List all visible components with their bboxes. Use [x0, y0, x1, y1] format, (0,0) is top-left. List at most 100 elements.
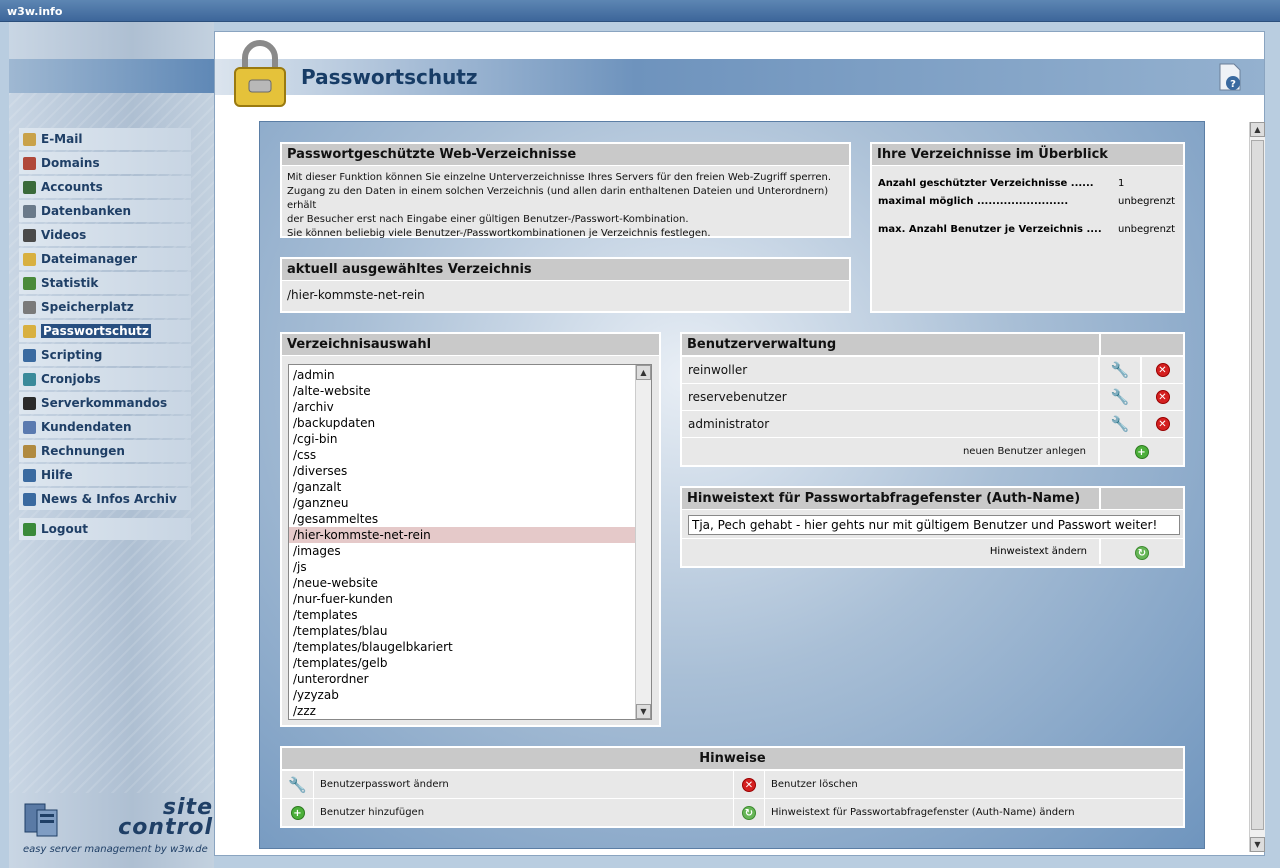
auth-name-input[interactable] — [688, 515, 1180, 535]
sidebar-item-logout[interactable]: Logout — [19, 518, 191, 540]
content-area: Passwortgeschützte Web-Verzeichnisse Mit… — [259, 121, 1205, 849]
delete-user-button[interactable]: ✕ — [1140, 383, 1183, 411]
directory-option[interactable]: /yzyzab — [289, 687, 635, 703]
sidebar-item-dateimanager[interactable]: Dateimanager — [19, 248, 191, 270]
sidebar-item-label: Scripting — [41, 348, 103, 362]
server-logo-icon — [24, 803, 58, 837]
directory-option[interactable]: /templates/blau — [289, 623, 635, 639]
sidebar-item-label: Cronjobs — [41, 372, 101, 386]
directory-option[interactable]: /js — [289, 559, 635, 575]
scroll-down-icon[interactable]: ▼ — [636, 704, 651, 719]
intro-panel: Passwortgeschützte Web-Verzeichnisse Mit… — [280, 142, 851, 239]
edit-user-button[interactable]: 🔧 — [1098, 383, 1141, 411]
accounts-icon — [23, 180, 36, 194]
dir-select-title: Verzeichnisauswahl — [282, 334, 659, 356]
delete-icon[interactable]: ✕ — [1155, 417, 1170, 432]
add-user-button[interactable]: + — [1098, 437, 1183, 465]
sidebar-item-statistik[interactable]: Statistik — [19, 272, 191, 294]
sidebar-item-news-infos-archiv[interactable]: News & Infos Archiv — [19, 488, 191, 510]
sidebar-item-hilfe[interactable]: Hilfe — [19, 464, 191, 486]
sidebar-item-domains[interactable]: Domains — [19, 152, 191, 174]
hints-title: Hinweise — [282, 748, 1183, 770]
sidebar-item-passwortschutz[interactable]: Passwortschutz — [19, 320, 191, 342]
directory-option[interactable]: /cgi-bin — [289, 431, 635, 447]
help-document-icon[interactable]: ? — [1218, 62, 1242, 92]
stat-row: maximal möglich ........................… — [878, 195, 1176, 207]
sidebar-item-videos[interactable]: Videos — [19, 224, 191, 246]
hint-edit-text: Benutzerpasswort ändern — [313, 771, 733, 798]
sidebar-item-label: Videos — [41, 228, 87, 242]
edit-user-button[interactable]: 🔧 — [1098, 410, 1141, 438]
hints-panel: Hinweise 🔧 Benutzerpasswort ändern ✕ Ben… — [280, 746, 1185, 828]
directory-option[interactable]: /backupdaten — [289, 415, 635, 431]
current-dir-path: /hier-kommste-net-rein — [287, 288, 425, 302]
help-icon — [23, 468, 36, 482]
hint-delete-text: Benutzer löschen — [764, 771, 1174, 798]
directory-option[interactable]: /admin — [289, 367, 635, 383]
directory-option[interactable]: /ganzalt — [289, 479, 635, 495]
directory-option[interactable]: /ganzneu — [289, 495, 635, 511]
padlock-icon — [234, 40, 286, 107]
sidebar-item-e-mail[interactable]: E-Mail — [19, 128, 191, 150]
change-hint-label: Hinweistext ändern — [989, 546, 1087, 557]
page-scroll-up-icon[interactable]: ▲ — [1250, 122, 1265, 137]
sidebar-item-rechnungen[interactable]: Rechnungen — [19, 440, 191, 462]
delete-icon[interactable]: ✕ — [1155, 390, 1170, 405]
hint-add-text: Benutzer hinzufügen — [313, 799, 733, 826]
main-area: Passwortschutz ? Passwortgeschützte Web-… — [214, 31, 1265, 856]
site-control-logo: site control easy server management by w3… — [21, 794, 212, 864]
sidebar-item-label: Statistik — [41, 276, 99, 290]
scroll-up-icon[interactable]: ▲ — [636, 365, 651, 380]
folder-icon — [23, 252, 36, 266]
listbox-scrollbar[interactable]: ▲ ▼ — [635, 365, 651, 719]
database-icon — [23, 204, 36, 218]
delete-user-button[interactable]: ✕ — [1140, 410, 1183, 438]
refresh-icon[interactable]: ↻ — [1135, 545, 1149, 560]
intro-text: Mit dieser Funktion können Sie einzelne … — [287, 172, 832, 239]
edit-user-button[interactable]: 🔧 — [1098, 356, 1141, 384]
directory-option[interactable]: /templates/blaugelbkariert — [289, 639, 635, 655]
stat-row: Anzahl geschützter Verzeichnisse ...... 1 — [878, 177, 1125, 189]
directory-option[interactable]: /gesammeltes — [289, 511, 635, 527]
sidebar-item-label: Serverkommandos — [41, 396, 168, 410]
directory-option[interactable]: /unterordner — [289, 671, 635, 687]
sidebar-item-speicherplatz[interactable]: Speicherplatz — [19, 296, 191, 318]
directory-option[interactable]: /templates/gelb — [289, 655, 635, 671]
delete-user-button[interactable]: ✕ — [1140, 356, 1183, 384]
sidebar-item-datenbanken[interactable]: Datenbanken — [19, 200, 191, 222]
sidebar: E-Mail Domains Accounts Datenbanken Videos Da… — [9, 22, 214, 868]
sidebar-item-kundendaten[interactable]: Kundendaten — [19, 416, 191, 438]
wrench-icon[interactable]: 🔧 — [1111, 361, 1130, 379]
sidebar-item-scripting[interactable]: Scripting — [19, 344, 191, 366]
directory-option[interactable]: /archiv — [289, 399, 635, 415]
sidebar-item-serverkommandos[interactable]: Serverkommandos — [19, 392, 191, 414]
directory-listbox[interactable]: /admin/alte-website/archiv/backupdaten/c… — [288, 364, 652, 720]
sidebar-item-label: Kundendaten — [41, 420, 132, 434]
directory-option[interactable]: /templates — [289, 607, 635, 623]
cronjobs-icon — [23, 372, 36, 386]
user-row: administrator 🔧 ✕ — [682, 410, 1183, 438]
directory-option[interactable]: /images — [289, 543, 635, 559]
wrench-icon[interactable]: 🔧 — [1111, 388, 1130, 406]
change-hint-button[interactable]: ↻ — [1099, 539, 1183, 564]
add-icon[interactable]: + — [1134, 444, 1149, 459]
wrench-icon[interactable]: 🔧 — [1111, 415, 1130, 433]
directory-option[interactable]: /zzz — [289, 703, 635, 719]
page-scrollbar[interactable]: ▲ ▼ — [1249, 122, 1265, 852]
directory-option[interactable]: /diverses — [289, 463, 635, 479]
page-scroll-thumb[interactable] — [1251, 140, 1264, 830]
page-header: Passwortschutz — [215, 59, 1264, 95]
sidebar-item-accounts[interactable]: Accounts — [19, 176, 191, 198]
info-icon — [23, 492, 36, 506]
page-scroll-down-icon[interactable]: ▼ — [1250, 837, 1265, 852]
directory-option[interactable]: /alte-website — [289, 383, 635, 399]
delete-icon[interactable]: ✕ — [1155, 363, 1170, 378]
directory-option[interactable]: /hier-kommste-net-rein — [289, 527, 635, 543]
user-row: reinwoller 🔧 ✕ — [682, 356, 1183, 384]
hint-row: 🔧 Benutzerpasswort ändern ✕ Benutzer lös… — [282, 770, 1183, 798]
directory-option[interactable]: /css — [289, 447, 635, 463]
terminal-icon — [23, 396, 36, 410]
sidebar-item-cronjobs[interactable]: Cronjobs — [19, 368, 191, 390]
directory-option[interactable]: /nur-fuer-kunden — [289, 591, 635, 607]
directory-option[interactable]: /neue-website — [289, 575, 635, 591]
